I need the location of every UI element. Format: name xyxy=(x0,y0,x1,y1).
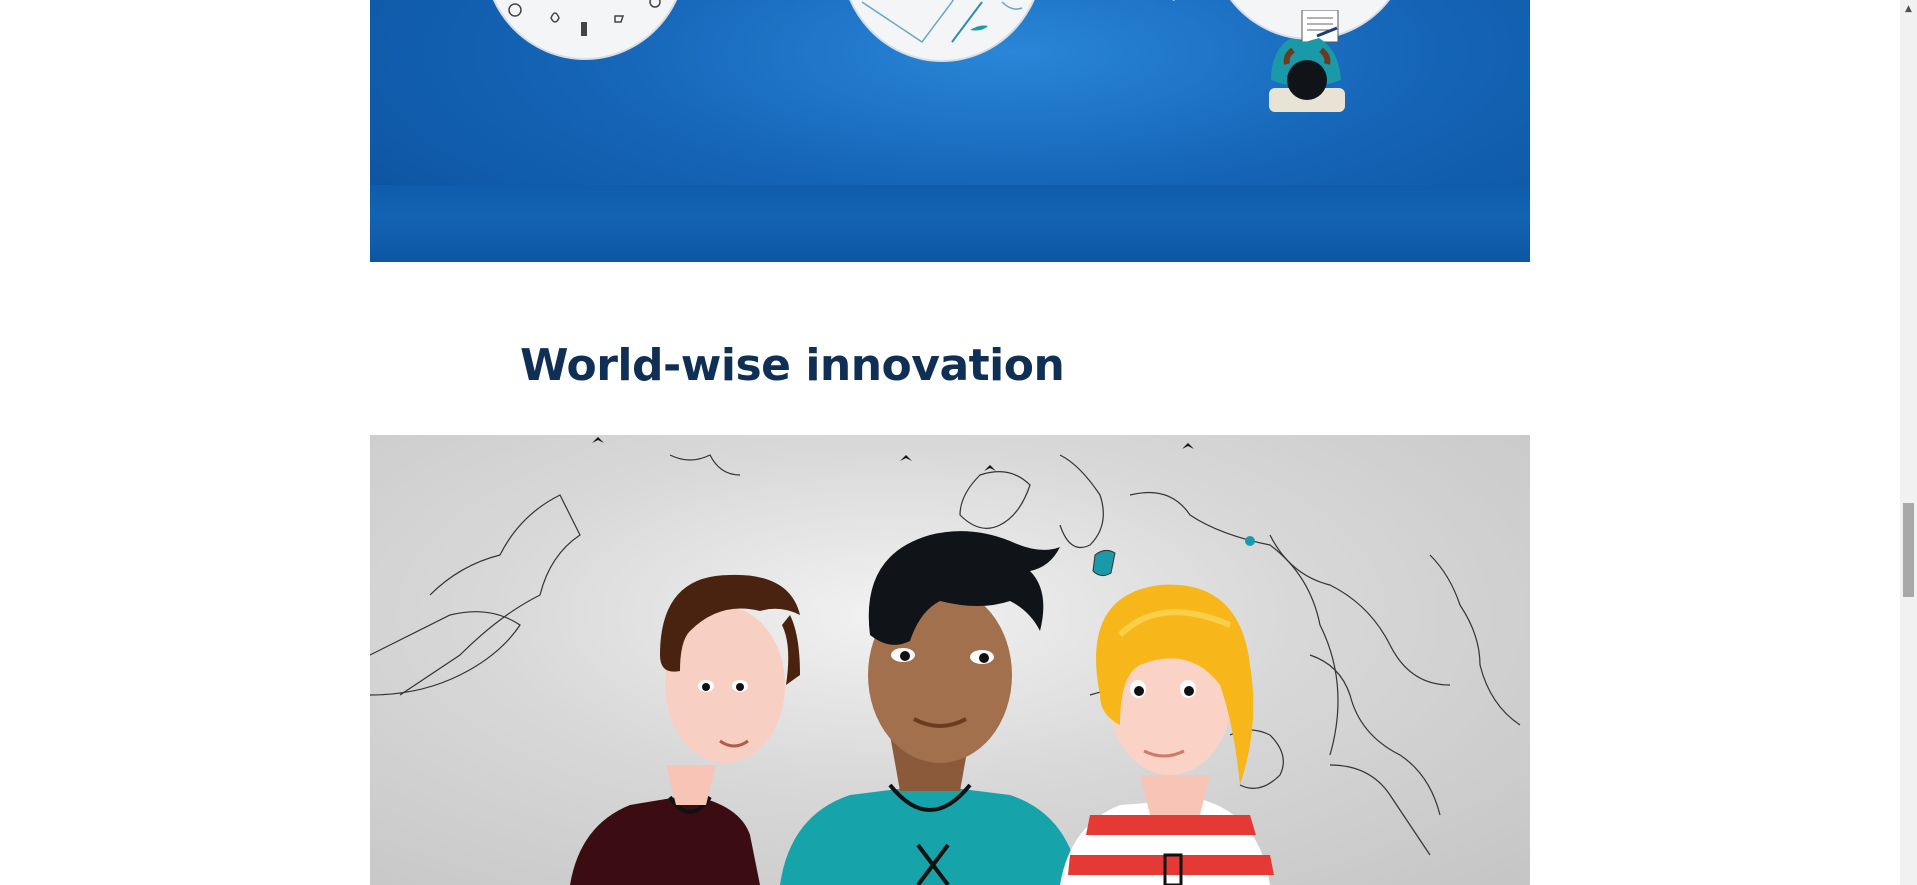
page-scrollbar[interactable]: ▲ xyxy=(1900,0,1917,885)
world-map-video[interactable] xyxy=(370,435,1530,885)
person-middle-illustration xyxy=(780,531,1080,885)
hero-word-fragment: De xyxy=(1149,0,1201,7)
globe-icon xyxy=(861,0,1023,44)
globe-circle xyxy=(840,0,1044,62)
world-map-illustration xyxy=(370,437,1521,885)
scroll-thumb[interactable] xyxy=(1903,503,1914,597)
section-heading: World-wise innovation xyxy=(520,340,1065,391)
intro-video-panel[interactable]: De xyxy=(370,0,1530,262)
scroll-up-arrow-icon[interactable]: ▲ xyxy=(1900,0,1917,17)
panel-floor xyxy=(370,185,1530,262)
person-left-illustration xyxy=(570,574,800,885)
icons-circle xyxy=(483,0,687,60)
person-right-illustration xyxy=(1060,584,1274,885)
medical-icons xyxy=(508,0,661,36)
person-at-desk-icon xyxy=(1269,10,1345,112)
